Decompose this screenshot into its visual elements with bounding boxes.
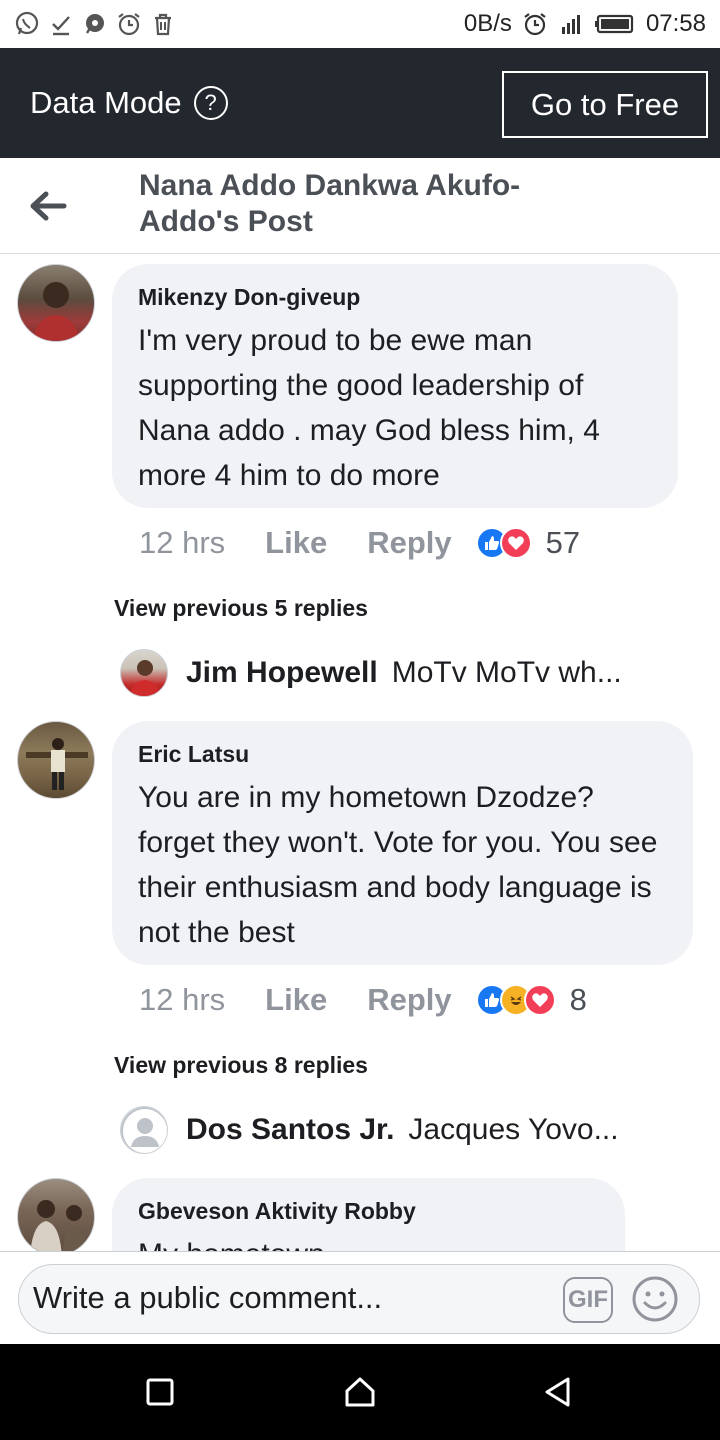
comment-time[interactable]: 12 hrs xyxy=(139,525,225,561)
signal-icon xyxy=(558,11,584,37)
emoji-icon[interactable] xyxy=(631,1275,679,1323)
alarm-icon xyxy=(522,11,548,37)
data-mode-title: Data Mode ? xyxy=(30,85,228,121)
reaction-count: 57 xyxy=(545,525,581,560)
view-previous-replies[interactable]: View previous 8 replies xyxy=(114,1052,368,1079)
reply-author[interactable]: Jim Hopewell xyxy=(186,656,378,690)
comment-composer: Write a public comment... GIF xyxy=(0,1251,720,1343)
reply-text: Jacques Yovo... xyxy=(408,1113,619,1146)
avatar[interactable] xyxy=(120,649,168,697)
reply-preview[interactable]: Dos Santos Jr. Jacques Yovo... xyxy=(120,1106,680,1154)
reactions-summary[interactable]: 57 xyxy=(475,525,581,561)
comment-meta: 12 hrs Like Reply 8 xyxy=(139,982,587,1018)
reply-button[interactable]: Reply xyxy=(367,982,451,1018)
help-icon[interactable]: ? xyxy=(193,86,228,120)
love-reaction-icon xyxy=(523,984,556,1016)
comment-text: I'm very proud to be ewe man supporting … xyxy=(138,324,600,492)
page-title: Nana Addo Dankwa Akufo-Addo's Post xyxy=(139,169,521,238)
comment-input[interactable]: Write a public comment... GIF xyxy=(18,1264,700,1334)
like-button[interactable]: Like xyxy=(265,982,327,1018)
clock: 07:58 xyxy=(645,10,706,37)
comment-placeholder: Write a public comment... xyxy=(33,1280,383,1315)
battery-icon xyxy=(594,11,636,37)
comment-meta: 12 hrs Like Reply 57 xyxy=(139,525,580,561)
reply-preview[interactable]: Jim Hopewell MoTv MoTv wh... xyxy=(120,649,680,697)
view-previous-replies[interactable]: View previous 5 replies xyxy=(114,595,368,622)
reply-text: MoTv MoTv wh... xyxy=(391,656,622,689)
comment-author[interactable]: Mikenzy Don-giveup xyxy=(138,282,652,312)
reaction-count: 8 xyxy=(569,982,587,1017)
home-icon[interactable] xyxy=(342,1374,378,1410)
network-speed: 0B/s xyxy=(463,10,512,37)
alarm-icon xyxy=(116,11,142,37)
default-avatar-icon[interactable] xyxy=(120,1106,168,1154)
go-to-free-button[interactable]: Go to Free xyxy=(502,71,708,138)
data-mode-label: Data Mode xyxy=(30,85,182,120)
system-nav-bar xyxy=(0,1344,720,1440)
back-icon[interactable] xyxy=(540,1374,576,1410)
reactions-summary[interactable]: 8 xyxy=(475,982,587,1018)
reply-button[interactable]: Reply xyxy=(367,525,451,561)
avatar[interactable] xyxy=(17,721,95,799)
comment-author[interactable]: Gbeveson Aktivity Robby xyxy=(138,1196,599,1226)
like-button[interactable]: Like xyxy=(265,525,327,561)
back-arrow-icon[interactable] xyxy=(26,186,68,226)
trash-icon xyxy=(150,11,176,37)
system-indicators: 0B/s 07:58 xyxy=(464,10,706,38)
chat-bubble-icon xyxy=(82,11,108,37)
recents-icon[interactable] xyxy=(142,1374,178,1410)
comment-bubble[interactable]: Eric Latsu You are in my hometown Dzodze… xyxy=(112,721,693,965)
download-done-icon xyxy=(48,11,74,37)
comment-text: My hometown xyxy=(138,1232,599,1251)
reply-author[interactable]: Dos Santos Jr. xyxy=(186,1113,394,1147)
comment-time[interactable]: 12 hrs xyxy=(139,982,225,1018)
data-mode-banner: Data Mode ? Go to Free xyxy=(0,48,720,158)
comment-text: You are in my hometown Dzodze? forget th… xyxy=(138,781,658,949)
comment-bubble[interactable]: Mikenzy Don-giveup I'm very proud to be … xyxy=(112,264,678,508)
comment-bubble[interactable]: Gbeveson Aktivity Robby My hometown xyxy=(112,1178,625,1251)
gif-button[interactable]: GIF xyxy=(563,1277,613,1323)
avatar[interactable] xyxy=(17,1178,95,1251)
status-bar: 0B/s 07:58 xyxy=(0,0,720,48)
post-header: Nana Addo Dankwa Akufo-Addo's Post xyxy=(0,158,720,254)
love-reaction-icon xyxy=(499,527,532,559)
notification-icons xyxy=(14,11,176,37)
comments-list: Mikenzy Don-giveup I'm very proud to be … xyxy=(0,255,720,1251)
avatar[interactable] xyxy=(17,264,95,342)
comment-author[interactable]: Eric Latsu xyxy=(138,739,667,769)
whatsapp-icon xyxy=(14,11,40,37)
